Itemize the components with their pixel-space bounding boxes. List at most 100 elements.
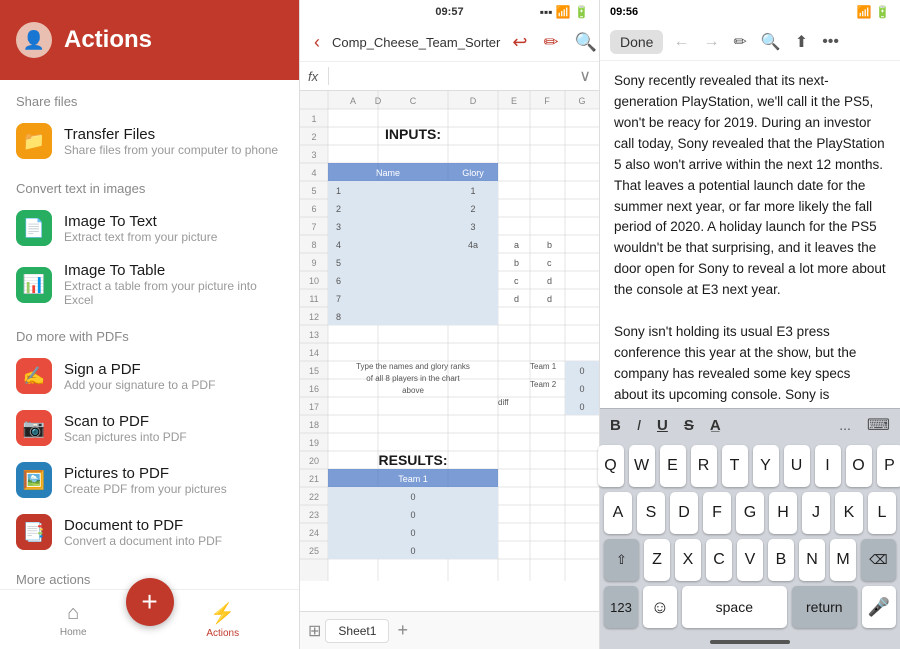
svg-text:6: 6 <box>311 204 316 214</box>
key-L[interactable]: L <box>868 492 896 534</box>
key-C[interactable]: C <box>706 539 732 581</box>
strikethrough-button[interactable]: S <box>684 417 694 434</box>
key-E[interactable]: E <box>660 445 686 487</box>
sheet-filename: Comp_Cheese_Team_Sorter <box>332 35 500 50</box>
key-X[interactable]: X <box>675 539 701 581</box>
svg-text:5: 5 <box>336 258 341 268</box>
search-text-button[interactable]: 🔍 <box>757 30 785 54</box>
done-button[interactable]: Done <box>610 30 663 54</box>
add-sheet-button[interactable]: + <box>397 620 408 641</box>
undo-button[interactable]: ↩ <box>508 30 531 55</box>
search-button[interactable]: 🔍 <box>571 30 601 55</box>
key-N[interactable]: N <box>799 539 825 581</box>
fab-button[interactable]: + <box>126 578 174 626</box>
more-format-button[interactable]: ... <box>839 417 851 433</box>
list-item[interactable]: 📁 Transfer Files Share files from your c… <box>0 115 299 167</box>
actions-body: Share files 📁 Transfer Files Share files… <box>0 80 299 589</box>
key-G[interactable]: G <box>736 492 764 534</box>
key-F[interactable]: F <box>703 492 731 534</box>
key-W[interactable]: W <box>629 445 655 487</box>
text-status-bar: 09:56 📶 🔋 <box>600 0 900 24</box>
return-button[interactable]: return <box>792 586 857 628</box>
key-U[interactable]: U <box>784 445 810 487</box>
sheet-grid[interactable]: A D C D E F G 1 2 3 4 5 6 7 8 9 10 11 12… <box>300 91 599 611</box>
highlight-button[interactable]: A̲ <box>710 417 721 434</box>
key-Z[interactable]: Z <box>644 539 670 581</box>
key-row-2: A S D F G H J K L <box>604 492 896 534</box>
space-button[interactable]: space <box>682 586 787 628</box>
svg-text:19: 19 <box>309 438 319 448</box>
text-content[interactable]: Sony recently revealed that its next-gen… <box>600 61 900 408</box>
delete-button[interactable]: ⌫ <box>861 539 896 581</box>
actions-label: Actions <box>206 628 239 639</box>
mic-button[interactable]: 🎤 <box>862 586 896 628</box>
share-text-button[interactable]: ⬆ <box>791 30 812 54</box>
sheet-nav-icon[interactable]: ⊞ <box>308 621 321 641</box>
key-S[interactable]: S <box>637 492 665 534</box>
bold-button[interactable]: B <box>610 417 621 434</box>
sheet-tab-1[interactable]: Sheet1 <box>325 619 389 643</box>
key-D[interactable]: D <box>670 492 698 534</box>
svg-text:0: 0 <box>579 402 584 412</box>
list-item[interactable]: 🖼️ Pictures to PDF Create PDF from your … <box>0 454 299 506</box>
key-A[interactable]: A <box>604 492 632 534</box>
actions-nav-button[interactable]: ⚡ Actions <box>206 601 239 639</box>
home-indicator <box>710 640 790 644</box>
key-H[interactable]: H <box>769 492 797 534</box>
svg-text:5: 5 <box>311 186 316 196</box>
bottom-bar <box>600 635 900 649</box>
key-J[interactable]: J <box>802 492 830 534</box>
formula-expand-icon[interactable]: ∨ <box>579 66 591 86</box>
more-text-button[interactable]: ••• <box>818 31 843 53</box>
key-Q[interactable]: Q <box>598 445 624 487</box>
emoji-button[interactable]: ☺ <box>643 586 677 628</box>
key-B[interactable]: B <box>768 539 794 581</box>
transfer-files-subtitle: Share files from your computer to phone <box>64 143 278 157</box>
edit-button[interactable]: ✏ <box>539 30 562 55</box>
svg-text:of all 8 players in the chart: of all 8 players in the chart <box>366 374 460 383</box>
list-item[interactable]: 📊 Image To Table Extract a table from yo… <box>0 254 299 315</box>
italic-button[interactable]: I <box>637 417 641 434</box>
text-status-time: 09:56 <box>610 6 638 18</box>
key-K[interactable]: K <box>835 492 863 534</box>
underline-button[interactable]: U <box>657 417 668 434</box>
num-button[interactable]: 123 <box>604 586 638 628</box>
key-P[interactable]: P <box>877 445 900 487</box>
redo-text-button[interactable]: → <box>699 31 723 53</box>
undo-text-button[interactable]: ← <box>669 31 693 53</box>
key-Y[interactable]: Y <box>753 445 779 487</box>
list-item[interactable]: ✍️ Sign a PDF Add your signature to a PD… <box>0 350 299 402</box>
svg-text:0: 0 <box>410 546 415 556</box>
keyboard-toggle-button[interactable]: ⌨ <box>867 415 890 435</box>
key-R[interactable]: R <box>691 445 717 487</box>
svg-text:8: 8 <box>336 312 341 322</box>
pen-tool-button[interactable]: ✏ <box>729 30 750 54</box>
svg-text:Glory: Glory <box>462 168 484 178</box>
list-item[interactable]: 📷 Scan to PDF Scan pictures into PDF <box>0 402 299 454</box>
image-to-table-text: Image To Table Extract a table from your… <box>64 262 283 307</box>
key-M[interactable]: M <box>830 539 856 581</box>
doc-pdf-title: Document to PDF <box>64 517 222 534</box>
svg-text:22: 22 <box>309 492 319 502</box>
list-item[interactable]: 📄 Image To Text Extract text from your p… <box>0 202 299 254</box>
doc-pdf-icon: 📑 <box>16 514 52 550</box>
back-button[interactable]: ‹ <box>310 30 324 55</box>
key-O[interactable]: O <box>846 445 872 487</box>
svg-text:b: b <box>547 240 552 250</box>
list-item[interactable]: 📑 Document to PDF Convert a document int… <box>0 506 299 558</box>
svg-text:above: above <box>402 386 424 395</box>
spreadsheet-panel: 09:57 ▪▪▪ 📶 🔋 ‹ Comp_Cheese_Team_Sorter … <box>300 0 600 649</box>
shift-button[interactable]: ⇧ <box>604 539 639 581</box>
svg-text:F: F <box>544 96 550 106</box>
svg-text:c: c <box>547 258 552 268</box>
key-T[interactable]: T <box>722 445 748 487</box>
svg-text:diff: diff <box>498 398 509 407</box>
home-nav-button[interactable]: ⌂ Home <box>60 602 87 638</box>
key-I[interactable]: I <box>815 445 841 487</box>
svg-text:1: 1 <box>470 186 475 196</box>
svg-text:15: 15 <box>309 366 319 376</box>
svg-text:6: 6 <box>336 276 341 286</box>
key-V[interactable]: V <box>737 539 763 581</box>
svg-text:0: 0 <box>579 384 584 394</box>
svg-text:2: 2 <box>470 204 475 214</box>
